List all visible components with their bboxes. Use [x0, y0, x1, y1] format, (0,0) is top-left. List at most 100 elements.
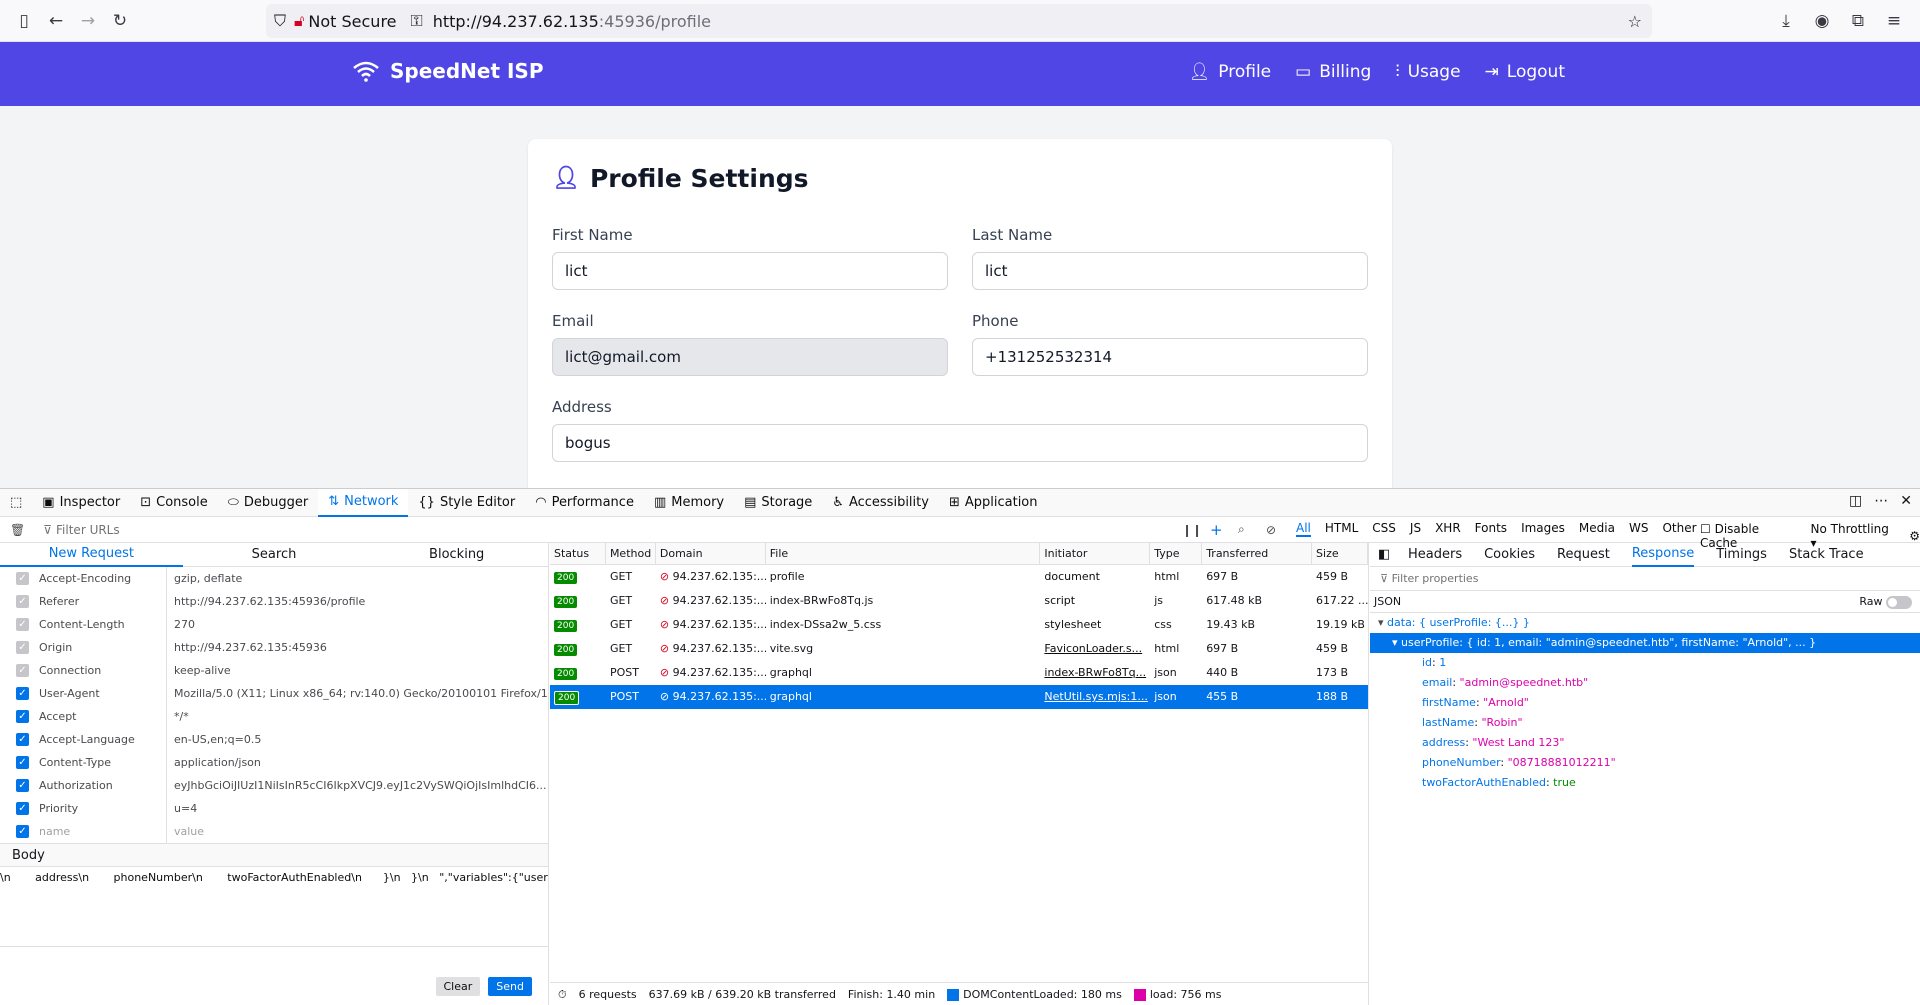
raw-toggle[interactable]: Raw	[1859, 591, 1912, 612]
filter-properties-input[interactable]: ⊽ Filter properties	[1370, 567, 1920, 591]
tab-new-request[interactable]: New Request	[0, 543, 183, 567]
bookmark-star-icon[interactable]: ☆	[1628, 12, 1642, 31]
menu-icon[interactable]: ≡	[1878, 5, 1910, 37]
col-domain[interactable]: Domain	[656, 543, 766, 564]
filter-images[interactable]: Images	[1521, 521, 1565, 537]
header-checkbox[interactable]: ✓	[16, 618, 29, 631]
header-checkbox[interactable]: ✓	[16, 733, 29, 746]
tab-inspector[interactable]: ▣ Inspector	[32, 489, 130, 517]
brand[interactable]: SpeedNet ISP	[352, 59, 544, 83]
not-secure-label[interactable]: Not Secure	[308, 12, 396, 31]
account-icon[interactable]: ◉	[1806, 5, 1838, 37]
header-checkbox[interactable]: ✓	[16, 756, 29, 769]
header-value[interactable]: value	[167, 825, 547, 838]
reload-icon[interactable]: ↻	[104, 5, 136, 37]
header-value[interactable]: keep-alive	[167, 664, 547, 677]
insecure-lock-icon[interactable]: 🔓︎	[294, 11, 304, 31]
col-size[interactable]: Size	[1312, 543, 1368, 564]
header-value[interactable]: application/json	[167, 756, 547, 769]
tab-stack-trace[interactable]: Stack Trace	[1789, 547, 1864, 562]
filter-xhr[interactable]: XHR	[1435, 521, 1461, 537]
close-icon[interactable]: ✕	[1900, 493, 1912, 509]
panel-toggle-icon[interactable]: ◧	[1378, 547, 1390, 562]
json-data-node[interactable]: ▾ data: { userProfile: {...} }	[1370, 613, 1920, 633]
header-name[interactable]: Accept-Language	[39, 728, 167, 751]
header-value[interactable]: en-US,en;q=0.5	[167, 733, 547, 746]
filter-other[interactable]: Other	[1662, 521, 1696, 537]
json-field-row[interactable]: id: 1	[1370, 653, 1920, 673]
header-value[interactable]: Mozilla/5.0 (X11; Linux x86_64; rv:140.0…	[167, 687, 547, 700]
header-checkbox[interactable]: ✓	[16, 825, 29, 838]
tab-storage[interactable]: ▤ Storage	[734, 489, 822, 517]
header-name[interactable]: name	[39, 820, 167, 843]
json-field-row[interactable]: lastName: "Robin"	[1370, 713, 1920, 733]
raw-switch[interactable]	[1886, 595, 1912, 609]
forward-icon[interactable]: →	[72, 5, 104, 37]
search-icon[interactable]: ⌕	[1238, 522, 1245, 537]
request-row[interactable]: 200 POST ⊘ 94.237.62.135:... graphql index-B…	[550, 661, 1368, 685]
col-method[interactable]: Method	[606, 543, 656, 564]
json-field-row[interactable]: phoneNumber: "08718881012211"	[1370, 753, 1920, 773]
col-status[interactable]: Status	[550, 543, 606, 564]
json-userprofile-node[interactable]: ▾ userProfile: { id: 1, email: "admin@sp…	[1370, 633, 1920, 653]
nav-logout[interactable]: ⇥ Logout	[1485, 62, 1565, 82]
request-row[interactable]: 200 GET ⊘ 94.237.62.135:... index-DSsa2w_5.…	[550, 613, 1368, 637]
filter-html[interactable]: HTML	[1325, 521, 1358, 537]
request-row[interactable]: 200 POST ⊘ 94.237.62.135:... graphql NetUtil…	[550, 685, 1368, 709]
pause-icon[interactable]: ❙❙	[1182, 523, 1202, 537]
key-icon[interactable]: ⚿	[411, 11, 423, 31]
tab-search[interactable]: Search	[183, 547, 366, 562]
header-name[interactable]: Accept-Encoding	[39, 567, 167, 590]
col-transferred[interactable]: Transferred	[1202, 543, 1313, 564]
header-value[interactable]: http://94.237.62.135:45936	[167, 641, 547, 654]
request-row[interactable]: 200 GET ⊘ 94.237.62.135:... vite.svg Favicon…	[550, 637, 1368, 661]
block-icon[interactable]: ⊘	[1266, 523, 1276, 537]
header-value[interactable]: u=4	[167, 802, 547, 815]
nav-usage[interactable]: ⫶ Usage	[1395, 62, 1460, 82]
header-value[interactable]: http://94.237.62.135:45936/profile	[167, 595, 547, 608]
header-checkbox[interactable]: ✓	[16, 710, 29, 723]
nav-profile[interactable]: 👤︎ Profile	[1189, 62, 1271, 82]
tab-console[interactable]: ⊡ Console	[130, 489, 218, 517]
tab-debugger[interactable]: ⬭ Debugger	[218, 489, 318, 517]
tab-accessibility[interactable]: ♿︎ Accessibility	[822, 489, 939, 517]
header-name[interactable]: Connection	[39, 659, 167, 682]
trash-icon[interactable]: 🗑︎	[10, 523, 25, 537]
header-value[interactable]: eyJhbGciOiJIUzI1NiIsInR5cCI6IkpXVCJ9.eyJ…	[167, 779, 547, 792]
request-initiator[interactable]: NetUtil.sys.mjs:1...	[1044, 690, 1147, 703]
tab-application[interactable]: ⊞ Application	[939, 489, 1048, 517]
header-checkbox[interactable]: ✓	[16, 641, 29, 654]
tab-headers[interactable]: Headers	[1408, 547, 1462, 562]
first-name-input[interactable]: lict	[552, 252, 948, 290]
header-checkbox[interactable]: ✓	[16, 802, 29, 815]
col-type[interactable]: Type	[1150, 543, 1203, 564]
header-name[interactable]: Origin	[39, 636, 167, 659]
settings-gear-icon[interactable]: ⚙	[1909, 529, 1920, 543]
request-initiator[interactable]: index-BRwFo8Tq...	[1044, 666, 1146, 679]
filter-ws[interactable]: WS	[1629, 521, 1648, 537]
json-field-row[interactable]: twoFactorAuthEnabled: true	[1370, 773, 1920, 793]
tab-performance[interactable]: ◠ Performance	[525, 489, 644, 517]
add-request-icon[interactable]: +	[1210, 521, 1223, 539]
col-file[interactable]: File	[766, 543, 1041, 564]
header-name[interactable]: Referer	[39, 590, 167, 613]
tab-response[interactable]: Response	[1631, 543, 1695, 567]
tab-request[interactable]: Request	[1557, 547, 1610, 562]
json-field-row[interactable]: address: "West Land 123"	[1370, 733, 1920, 753]
header-checkbox[interactable]: ✓	[16, 664, 29, 677]
header-name[interactable]: Content-Length	[39, 613, 167, 636]
filter-media[interactable]: Media	[1579, 521, 1615, 537]
last-name-input[interactable]: lict	[972, 252, 1368, 290]
filter-all[interactable]: All	[1296, 521, 1311, 537]
request-row[interactable]: 200 GET ⊘ 94.237.62.135:... profile document…	[550, 565, 1368, 589]
downloads-icon[interactable]: ⤓	[1770, 5, 1802, 37]
tab-cookies[interactable]: Cookies	[1484, 547, 1535, 562]
request-body-editor[interactable]: \n address\n phoneNumber\n twoFactorAuth…	[0, 867, 548, 947]
filter-fonts[interactable]: Fonts	[1475, 521, 1507, 537]
tab-memory[interactable]: ▥ Memory	[644, 489, 734, 517]
filter-urls-input[interactable]: Filter URLs	[56, 523, 120, 537]
header-name[interactable]: Priority	[39, 797, 167, 820]
more-options-icon[interactable]: ⋯	[1874, 493, 1888, 509]
filter-css[interactable]: CSS	[1372, 521, 1396, 537]
extensions-icon[interactable]: ⧉	[1842, 5, 1874, 37]
